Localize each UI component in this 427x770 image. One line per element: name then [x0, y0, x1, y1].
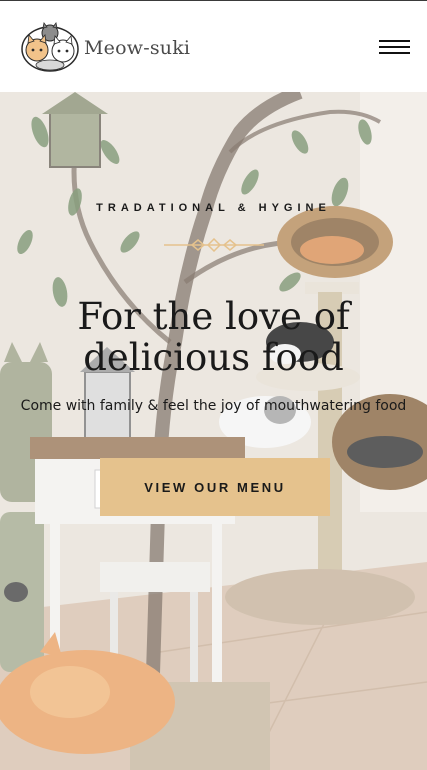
hero-eyebrow: TRADATIONAL & HYGINE: [96, 202, 331, 214]
hero-headline: For the love of delicious food: [0, 296, 427, 378]
hamburger-menu-icon[interactable]: [379, 38, 411, 58]
site-header: Meow-suki: [0, 0, 427, 92]
hero-section: TRADATIONAL & HYGINE For the love of del…: [0, 92, 427, 770]
hero-subline: Come with family & feel the joy of mouth…: [20, 398, 407, 414]
menu-bar-top: [379, 40, 410, 42]
headline-line-2: delicious food: [83, 336, 344, 379]
menu-bar-bottom: [379, 52, 410, 54]
view-menu-button[interactable]: VIEW OUR MENU: [100, 458, 330, 516]
headline-line-1: For the love of: [77, 295, 350, 338]
menu-bar-middle: [379, 46, 410, 48]
ornament-divider-icon: [164, 238, 264, 252]
cats-logo-icon: [21, 22, 79, 72]
hero-light-overlay: [0, 92, 427, 770]
brand-name: Meow-suki: [84, 37, 191, 59]
